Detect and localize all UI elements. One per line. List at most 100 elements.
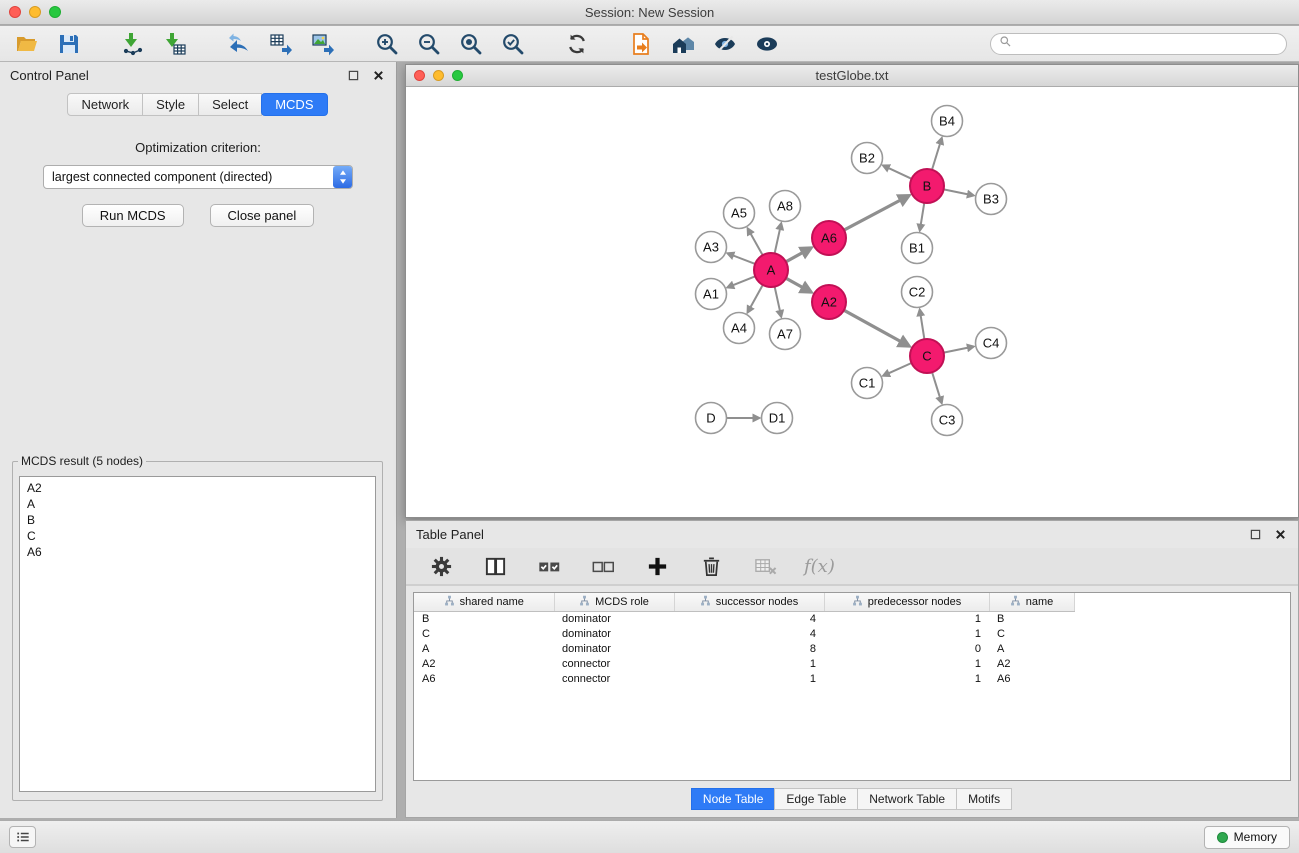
table-cell[interactable]: B <box>989 612 1074 627</box>
table-close-panel-icon[interactable] <box>1272 526 1288 542</box>
graph-edge-C-C2[interactable] <box>921 314 925 339</box>
table-row[interactable]: A6connector11A6 <box>414 672 1074 687</box>
table-cell[interactable]: 1 <box>824 672 989 687</box>
open-session-button[interactable] <box>12 30 42 58</box>
graph-node-A7[interactable]: A7 <box>770 319 801 350</box>
graph-node-C1[interactable]: C1 <box>852 368 883 399</box>
optimization-criterion-select[interactable]: largest connected component (directed) <box>43 165 353 189</box>
table-cell[interactable]: A <box>414 642 554 657</box>
graph-node-B2[interactable]: B2 <box>852 143 883 174</box>
maximize-window-button[interactable] <box>49 6 61 18</box>
graph-edge-B-B1[interactable] <box>921 203 925 226</box>
table-row[interactable]: Adominator80A <box>414 642 1074 657</box>
close-panel-button[interactable]: Close panel <box>210 204 315 227</box>
import-network-button[interactable] <box>118 30 148 58</box>
graph-edge-C-C3[interactable] <box>932 372 940 398</box>
table-cell[interactable]: dominator <box>554 612 674 627</box>
column-visibility-button[interactable] <box>480 552 510 580</box>
table-cell[interactable]: A2 <box>989 657 1074 672</box>
memory-button[interactable]: Memory <box>1204 826 1290 849</box>
graph-edge-C-C1[interactable] <box>888 363 912 374</box>
graph-node-A1[interactable]: A1 <box>696 279 727 310</box>
table-cell[interactable]: 1 <box>674 672 824 687</box>
mcds-result-list[interactable]: A2ABCA6 <box>19 476 376 792</box>
float-panel-icon[interactable] <box>345 67 361 83</box>
graph-edge-A-A8[interactable] <box>775 228 781 253</box>
network-close-button[interactable] <box>414 70 425 81</box>
column-header-mcds-role[interactable]: MCDS role <box>554 593 674 612</box>
export-table-button[interactable] <box>266 30 296 58</box>
mcds-result-item[interactable]: A2 <box>27 480 368 496</box>
table-cell[interactable]: connector <box>554 672 674 687</box>
control-tab-style[interactable]: Style <box>142 93 199 116</box>
network-minimize-button[interactable] <box>433 70 444 81</box>
graph-edge-A-A3[interactable] <box>732 255 755 264</box>
graph-node-B4[interactable]: B4 <box>932 106 963 137</box>
table-cell[interactable]: B <box>414 612 554 627</box>
column-header-name[interactable]: name <box>989 593 1074 612</box>
zoom-out-button[interactable] <box>414 30 444 58</box>
network-maximize-button[interactable] <box>452 70 463 81</box>
graph-edge-A-A2[interactable] <box>786 278 804 288</box>
graph-node-C2[interactable]: C2 <box>902 277 933 308</box>
graph-node-C3[interactable]: C3 <box>932 405 963 436</box>
refresh-button[interactable] <box>562 30 592 58</box>
table-cell[interactable]: 4 <box>674 612 824 627</box>
table-cell[interactable]: 1 <box>824 612 989 627</box>
zoom-in-button[interactable] <box>372 30 402 58</box>
table-row[interactable]: Bdominator41B <box>414 612 1074 627</box>
search-input[interactable] <box>1017 37 1278 51</box>
select-all-button[interactable] <box>534 552 564 580</box>
column-header-predecessor-nodes[interactable]: predecessor nodes <box>824 593 989 612</box>
graph-node-A3[interactable]: A3 <box>696 232 727 263</box>
table-cell[interactable]: A6 <box>989 672 1074 687</box>
export-image-button[interactable] <box>308 30 338 58</box>
graph-node-C4[interactable]: C4 <box>976 328 1007 359</box>
table-cell[interactable]: A6 <box>414 672 554 687</box>
add-row-button[interactable] <box>642 552 672 580</box>
table-float-panel-icon[interactable] <box>1247 526 1263 542</box>
table-cell[interactable]: connector <box>554 657 674 672</box>
minimize-window-button[interactable] <box>29 6 41 18</box>
graph-edge-A2-C[interactable] <box>844 310 902 342</box>
control-tab-mcds[interactable]: MCDS <box>261 93 327 116</box>
control-tab-network[interactable]: Network <box>67 93 143 116</box>
graph-edge-A-A5[interactable] <box>750 233 763 255</box>
table-cell[interactable]: 1 <box>674 657 824 672</box>
mcds-result-item[interactable]: A6 <box>27 544 368 560</box>
table-cell[interactable]: 1 <box>824 627 989 642</box>
graph-node-D[interactable]: D <box>696 403 727 434</box>
birds-eye-button[interactable] <box>752 30 782 58</box>
table-tab-edge-table[interactable]: Edge Table <box>774 788 858 810</box>
search-box[interactable] <box>990 33 1287 55</box>
graph-node-D1[interactable]: D1 <box>762 403 793 434</box>
mcds-result-item[interactable]: C <box>27 528 368 544</box>
import-table-button[interactable] <box>160 30 190 58</box>
control-tab-select[interactable]: Select <box>198 93 262 116</box>
hide-details-button[interactable] <box>710 30 740 58</box>
table-cell[interactable]: A <box>989 642 1074 657</box>
table-cell[interactable]: 1 <box>824 657 989 672</box>
column-header-shared-name[interactable]: shared name <box>414 593 554 612</box>
table-row[interactable]: A2connector11A2 <box>414 657 1074 672</box>
deselect-all-button[interactable] <box>588 552 618 580</box>
graph-node-A4[interactable]: A4 <box>724 313 755 344</box>
graph-node-B[interactable]: B <box>910 169 944 203</box>
graph-node-A[interactable]: A <box>754 253 788 287</box>
graph-node-A6[interactable]: A6 <box>812 221 846 255</box>
table-cell[interactable]: 4 <box>674 627 824 642</box>
delete-table-button[interactable] <box>750 552 780 580</box>
graph-edge-B-B3[interactable] <box>944 189 969 194</box>
zoom-fit-button[interactable] <box>456 30 486 58</box>
delete-row-button[interactable] <box>696 552 726 580</box>
close-panel-icon[interactable] <box>370 67 386 83</box>
mcds-result-item[interactable]: B <box>27 512 368 528</box>
table-tab-network-table[interactable]: Network Table <box>857 788 957 810</box>
graph-node-A5[interactable]: A5 <box>724 198 755 229</box>
table-cell[interactable]: dominator <box>554 642 674 657</box>
save-session-button[interactable] <box>54 30 84 58</box>
table-cell[interactable]: dominator <box>554 627 674 642</box>
graph-edge-A6-B[interactable] <box>844 199 902 230</box>
column-header-successor-nodes[interactable]: successor nodes <box>674 593 824 612</box>
graph-edge-A-A4[interactable] <box>750 285 763 308</box>
